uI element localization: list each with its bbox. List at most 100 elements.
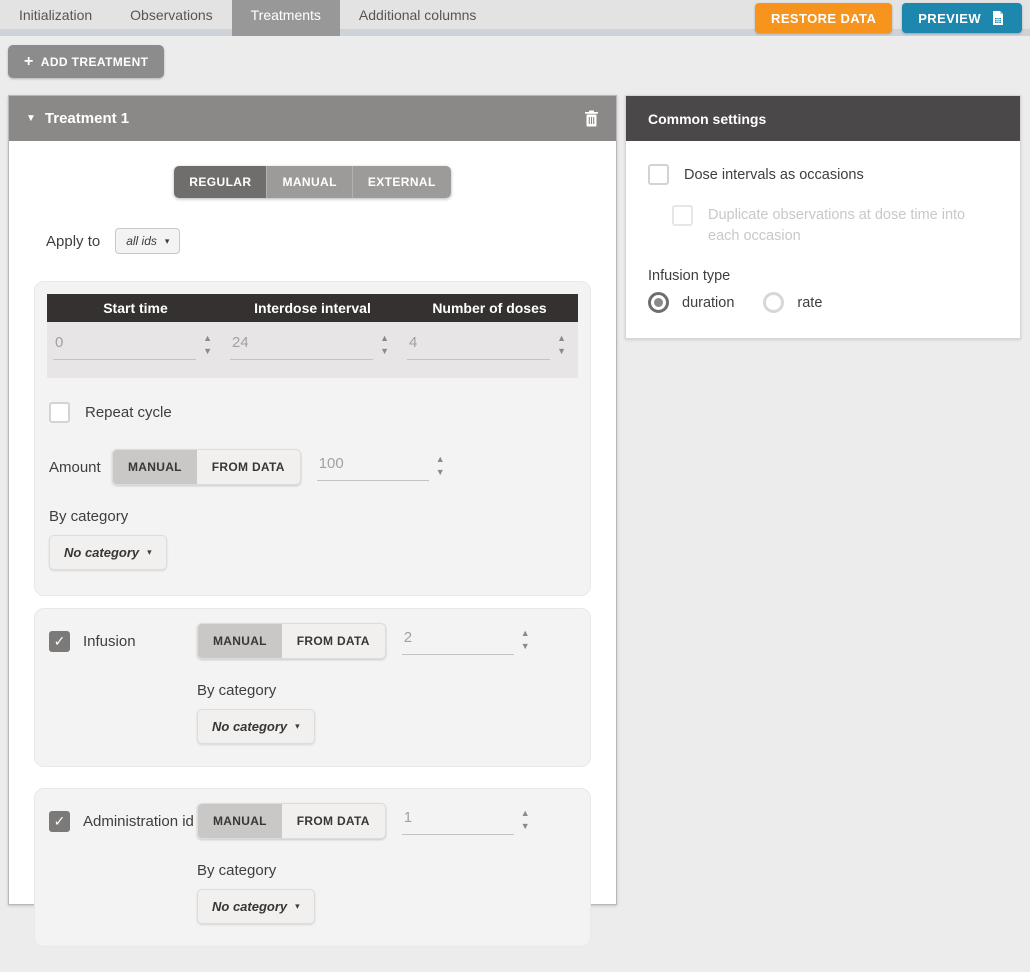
column-start-time: Start time: [47, 300, 224, 316]
spinner-up-icon[interactable]: ▲: [436, 455, 445, 463]
infusion-checkbox[interactable]: ✓: [49, 631, 70, 652]
administration-from-data-tab[interactable]: FROM DATA: [282, 804, 385, 838]
administration-id-input[interactable]: [402, 807, 514, 835]
amount-category-value: No category: [64, 545, 139, 560]
administration-id-stepper[interactable]: ▲ ▼: [521, 809, 530, 830]
add-treatment-button[interactable]: + ADD TREATMENT: [8, 45, 164, 78]
mode-tab-manual[interactable]: MANUAL: [266, 166, 351, 198]
amount-stepper[interactable]: ▲ ▼: [436, 455, 445, 476]
treatment-header: ▼ Treatment 1: [9, 96, 616, 141]
infusion-by-category-label: By category: [197, 682, 576, 699]
duplicate-observations-checkbox: [672, 205, 693, 226]
top-tab-bar: Initialization Observations Treatments A…: [0, 0, 1030, 36]
apply-to-value: all ids: [126, 234, 157, 248]
administration-category-dropdown[interactable]: No category ▾: [197, 889, 315, 924]
chevron-down-icon: ▾: [147, 547, 152, 558]
repeat-cycle-checkbox[interactable]: [49, 402, 70, 423]
spinner-down-icon[interactable]: ▼: [436, 468, 445, 476]
add-treatment-label: ADD TREATMENT: [41, 55, 149, 69]
infusion-type-rate-radio[interactable]: [763, 292, 784, 313]
dose-intervals-label: Dose intervals as occasions: [684, 167, 864, 183]
dose-intervals-checkbox[interactable]: [648, 164, 669, 185]
chevron-down-icon: ▾: [295, 901, 300, 912]
infusion-label: Infusion: [83, 633, 136, 650]
restore-data-label: RESTORE DATA: [771, 11, 876, 26]
administration-category-value: No category: [212, 899, 287, 914]
infusion-manual-tab[interactable]: MANUAL: [198, 624, 282, 658]
tab-initialization[interactable]: Initialization: [0, 0, 111, 36]
spinner-down-icon[interactable]: ▼: [521, 642, 530, 650]
start-time-input[interactable]: [53, 332, 196, 360]
infusion-from-data-tab[interactable]: FROM DATA: [282, 624, 385, 658]
plus-icon: +: [24, 54, 34, 70]
tab-additional-columns[interactable]: Additional columns: [340, 0, 496, 36]
infusion-category-value: No category: [212, 719, 287, 734]
amount-by-category-label: By category: [49, 508, 578, 525]
number-of-doses-input[interactable]: [407, 332, 550, 360]
start-time-stepper[interactable]: ▲ ▼: [203, 334, 212, 355]
interdose-interval-stepper[interactable]: ▲ ▼: [380, 334, 389, 355]
spinner-down-icon[interactable]: ▼: [521, 822, 530, 830]
administration-mode-toggle: MANUAL FROM DATA: [197, 803, 386, 839]
spinner-up-icon[interactable]: ▲: [203, 334, 212, 342]
check-icon: ✓: [54, 633, 66, 650]
topbar-actions: RESTORE DATA PREVIEW: [755, 3, 1022, 33]
amount-label: Amount: [49, 459, 112, 476]
administration-id-checkbox[interactable]: ✓: [49, 811, 70, 832]
restore-data-button[interactable]: RESTORE DATA: [755, 3, 892, 33]
treatment-panel: ▼ Treatment 1 REGU: [8, 95, 617, 905]
duplicate-observations-label: Duplicate observations at dose time into…: [708, 205, 980, 247]
administration-by-category-label: By category: [197, 862, 576, 879]
spinner-up-icon[interactable]: ▲: [521, 809, 530, 817]
column-interdose-interval: Interdose interval: [224, 300, 401, 316]
duration-radio-label: duration: [682, 295, 734, 311]
treatment-title: Treatment 1: [45, 110, 129, 127]
tab-observations[interactable]: Observations: [111, 0, 231, 36]
preview-button[interactable]: PREVIEW: [902, 3, 1022, 33]
spinner-down-icon[interactable]: ▼: [380, 347, 389, 355]
amount-mode-toggle: MANUAL FROM DATA: [112, 449, 301, 485]
chevron-down-icon: ▾: [295, 721, 300, 732]
spinner-up-icon[interactable]: ▲: [380, 334, 389, 342]
repeat-cycle-label: Repeat cycle: [85, 404, 172, 421]
trash-icon: [584, 110, 599, 127]
dose-table-header: Start time Interdose interval Number of …: [47, 294, 578, 322]
amount-input[interactable]: [317, 453, 429, 481]
apply-to-dropdown[interactable]: all ids ▾: [115, 228, 180, 254]
delete-treatment-button[interactable]: [584, 110, 599, 127]
spinner-down-icon[interactable]: ▼: [557, 347, 566, 355]
infusion-stepper[interactable]: ▲ ▼: [521, 629, 530, 650]
common-settings-panel: Common settings Dose intervals as occasi…: [625, 95, 1021, 339]
amount-manual-tab[interactable]: MANUAL: [113, 450, 197, 484]
collapse-caret-icon[interactable]: ▼: [26, 113, 36, 124]
dose-mode-tabs: REGULAR MANUAL EXTERNAL: [174, 166, 450, 198]
mode-tab-regular[interactable]: REGULAR: [174, 166, 266, 198]
infusion-section: ✓ Infusion MANUAL FROM DATA ▲: [34, 608, 591, 767]
mode-tab-external[interactable]: EXTERNAL: [352, 166, 451, 198]
infusion-type-label: Infusion type: [648, 268, 998, 284]
number-of-doses-stepper[interactable]: ▲ ▼: [557, 334, 566, 355]
dose-schedule-section: Start time Interdose interval Number of …: [34, 281, 591, 596]
preview-label: PREVIEW: [918, 11, 981, 26]
dose-table-row: ▲ ▼ ▲ ▼ ▲: [47, 322, 578, 378]
chevron-down-icon: ▾: [165, 236, 170, 247]
common-settings-title: Common settings: [648, 111, 766, 127]
amount-from-data-tab[interactable]: FROM DATA: [197, 450, 300, 484]
interdose-interval-input[interactable]: [230, 332, 373, 360]
infusion-type-duration-radio[interactable]: [648, 292, 669, 313]
column-number-of-doses: Number of doses: [401, 300, 578, 316]
infusion-input[interactable]: [402, 627, 514, 655]
amount-category-dropdown[interactable]: No category ▾: [49, 535, 167, 570]
administration-manual-tab[interactable]: MANUAL: [198, 804, 282, 838]
spinner-up-icon[interactable]: ▲: [521, 629, 530, 637]
infusion-category-dropdown[interactable]: No category ▾: [197, 709, 315, 744]
common-settings-header: Common settings: [626, 96, 1020, 141]
administration-id-label: Administration id: [83, 813, 194, 830]
spinner-down-icon[interactable]: ▼: [203, 347, 212, 355]
rate-radio-label: rate: [797, 295, 822, 311]
administration-id-section: ✓ Administration id MANUAL FROM DATA: [34, 788, 591, 947]
spinner-up-icon[interactable]: ▲: [557, 334, 566, 342]
tab-treatments[interactable]: Treatments: [232, 0, 340, 36]
preview-table-icon: [990, 10, 1006, 26]
infusion-mode-toggle: MANUAL FROM DATA: [197, 623, 386, 659]
